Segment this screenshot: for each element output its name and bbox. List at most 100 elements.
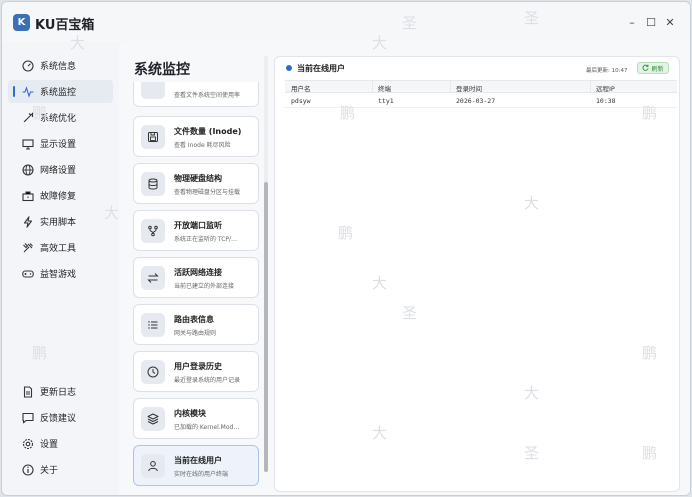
tools-icon	[21, 241, 34, 254]
sidebar-item-feedback[interactable]: 反馈建议	[8, 406, 113, 429]
sidebar-item-label: 故障修复	[40, 192, 77, 202]
card-subtitle: 已加载的 Kernel.Mod…	[174, 424, 240, 431]
card-title: 物理硬盘结构	[174, 174, 222, 183]
refresh-button[interactable]: 刷新	[637, 62, 669, 74]
card-title: 内核模块	[174, 409, 206, 418]
card-filesystem-usage[interactable]: 查看文件系统空间使用率	[133, 82, 259, 107]
sidebar-item-label: 高效工具	[40, 244, 77, 254]
globe-icon	[21, 163, 34, 176]
sidebar-item-system-monitor[interactable]: 系统监控	[8, 80, 113, 103]
list-icon	[141, 313, 165, 337]
cell-terminal: tty1	[378, 97, 394, 105]
column-divider	[590, 81, 591, 93]
sidebar-item-label: 更新日志	[40, 388, 77, 398]
title-bar: K KU百宝箱 – ☐ ✕	[2, 2, 690, 42]
card-subtitle: 查看 Inode 耗尽风险	[174, 142, 231, 149]
layers-icon	[141, 407, 165, 431]
monitor-icon	[21, 137, 34, 150]
pulse-icon	[21, 85, 34, 98]
rocket-icon	[21, 111, 34, 124]
card-list-scroll-thumb[interactable]	[264, 182, 268, 472]
sidebar-item-repair[interactable]: 故障修复	[8, 184, 113, 207]
page-title: 系统监控	[134, 62, 190, 78]
sidebar-item-label: 实用脚本	[40, 218, 77, 228]
column-header-login-time[interactable]: 登录时间	[456, 83, 482, 93]
app-logo-icon: K	[13, 14, 30, 31]
clock-icon	[141, 360, 165, 384]
column-header-remote-ip[interactable]: 远程IP	[596, 83, 615, 93]
column-divider	[450, 81, 451, 93]
app-title: KU百宝箱	[35, 18, 95, 33]
gear-icon	[21, 437, 34, 450]
document-icon	[21, 385, 34, 398]
sidebar-item-changelog[interactable]: 更新日志	[8, 380, 113, 403]
sidebar-item-label: 网络设置	[40, 166, 77, 176]
monitor-card-list[interactable]: 查看文件系统空间使用率 文件数量 (Inode) 查看 Inode 耗尽风险 物…	[133, 82, 261, 495]
card-title: 当前在线用户	[174, 456, 222, 465]
sidebar-item-display[interactable]: 显示设置	[8, 132, 113, 155]
card-kernel-modules[interactable]: 内核模块 已加载的 Kernel.Mod…	[133, 398, 259, 439]
card-routing-table[interactable]: 路由表信息 网关与路由规则	[133, 304, 259, 345]
active-indicator	[13, 86, 15, 97]
card-physical-disk[interactable]: 物理硬盘结构 查看物理磁盘分区与挂载	[133, 163, 259, 204]
sidebar-item-games[interactable]: 益智游戏	[8, 262, 113, 285]
cell-login-time: 2026-03-27	[456, 97, 496, 105]
disk-icon	[141, 82, 165, 99]
column-header-terminal[interactable]: 终端	[378, 83, 391, 93]
sidebar-item-label: 反馈建议	[40, 414, 77, 424]
sidebar-item-tools[interactable]: 高效工具	[8, 236, 113, 259]
sidebar-item-label: 关于	[40, 466, 59, 476]
sidebar-item-label: 显示设置	[40, 140, 77, 150]
sidebar-item-label: 系统优化	[40, 114, 77, 124]
online-users-panel: 当前在线用户 最后更新: 10:47 刷新 用户名 终端 登录时间 远程IP p…	[274, 56, 680, 492]
lightning-icon	[21, 215, 34, 228]
card-subtitle: 最近登录系统的用户记录	[174, 377, 241, 384]
panel-title: 当前在线用户	[297, 64, 345, 73]
sidebar-item-label: 设置	[40, 440, 59, 450]
gamepad-icon	[21, 267, 34, 280]
cell-remote-ip: 10:38	[596, 97, 616, 105]
chat-icon	[21, 411, 34, 424]
app-window: K KU百宝箱 – ☐ ✕ 系统信息 系统监控 系统优化 显示设置 网络设置 故…	[1, 1, 691, 496]
card-subtitle: 实时在线的用户终端	[174, 471, 229, 478]
sidebar-item-label: 系统监控	[40, 88, 77, 98]
save-icon	[141, 125, 165, 149]
sidebar: 系统信息 系统监控 系统优化 显示设置 网络设置 故障修复 实用脚本 高效工具 …	[2, 42, 119, 495]
cell-username: pdsyw	[291, 97, 311, 105]
last-update-time: 最后更新: 10:47	[586, 68, 628, 74]
sidebar-item-about[interactable]: 关于	[8, 458, 113, 481]
sidebar-item-scripts[interactable]: 实用脚本	[8, 210, 113, 233]
column-divider	[372, 81, 373, 93]
sidebar-item-label: 系统信息	[40, 62, 77, 72]
minimize-button[interactable]: –	[624, 14, 640, 30]
sidebar-item-system-optimize[interactable]: 系统优化	[8, 106, 113, 129]
column-header-username[interactable]: 用户名	[291, 83, 311, 93]
user-icon	[141, 454, 165, 478]
card-active-connections[interactable]: 活跃网络连接 当前已建立的外部连接	[133, 257, 259, 298]
card-title: 文件数量 (Inode)	[174, 127, 242, 136]
card-subtitle: 当前已建立的外部连接	[174, 283, 235, 290]
toolbox-icon	[21, 189, 34, 202]
sidebar-item-system-info[interactable]: 系统信息	[8, 54, 113, 77]
sidebar-item-settings[interactable]: 设置	[8, 432, 113, 455]
card-title: 活跃网络连接	[174, 268, 222, 277]
table-header: 用户名 终端 登录时间 远程IP	[285, 80, 677, 93]
close-button[interactable]: ✕	[662, 14, 678, 30]
card-open-ports[interactable]: 开放端口监听 系统正在监听的 TCP/…	[133, 210, 259, 251]
refresh-icon	[642, 64, 650, 73]
refresh-label: 刷新	[651, 65, 664, 73]
table-row[interactable]: pdsyw tty1 2026-03-27 10:38	[285, 93, 677, 108]
maximize-button[interactable]: ☐	[643, 14, 659, 30]
card-subtitle: 查看文件系统空间使用率	[174, 92, 241, 99]
card-online-users[interactable]: 当前在线用户 实时在线的用户终端	[133, 445, 259, 486]
gauge-icon	[21, 59, 34, 72]
card-inode[interactable]: 文件数量 (Inode) 查看 Inode 耗尽风险	[133, 116, 259, 157]
panel-header: 当前在线用户 最后更新: 10:47 刷新	[275, 57, 679, 80]
info-icon	[21, 463, 34, 476]
card-subtitle: 系统正在监听的 TCP/…	[174, 236, 238, 243]
card-title: 路由表信息	[174, 315, 214, 324]
card-login-history[interactable]: 用户登录历史 最近登录系统的用户记录	[133, 351, 259, 392]
card-subtitle: 查看物理磁盘分区与挂载	[174, 189, 241, 196]
sidebar-item-network[interactable]: 网络设置	[8, 158, 113, 181]
card-title: 用户登录历史	[174, 362, 222, 371]
